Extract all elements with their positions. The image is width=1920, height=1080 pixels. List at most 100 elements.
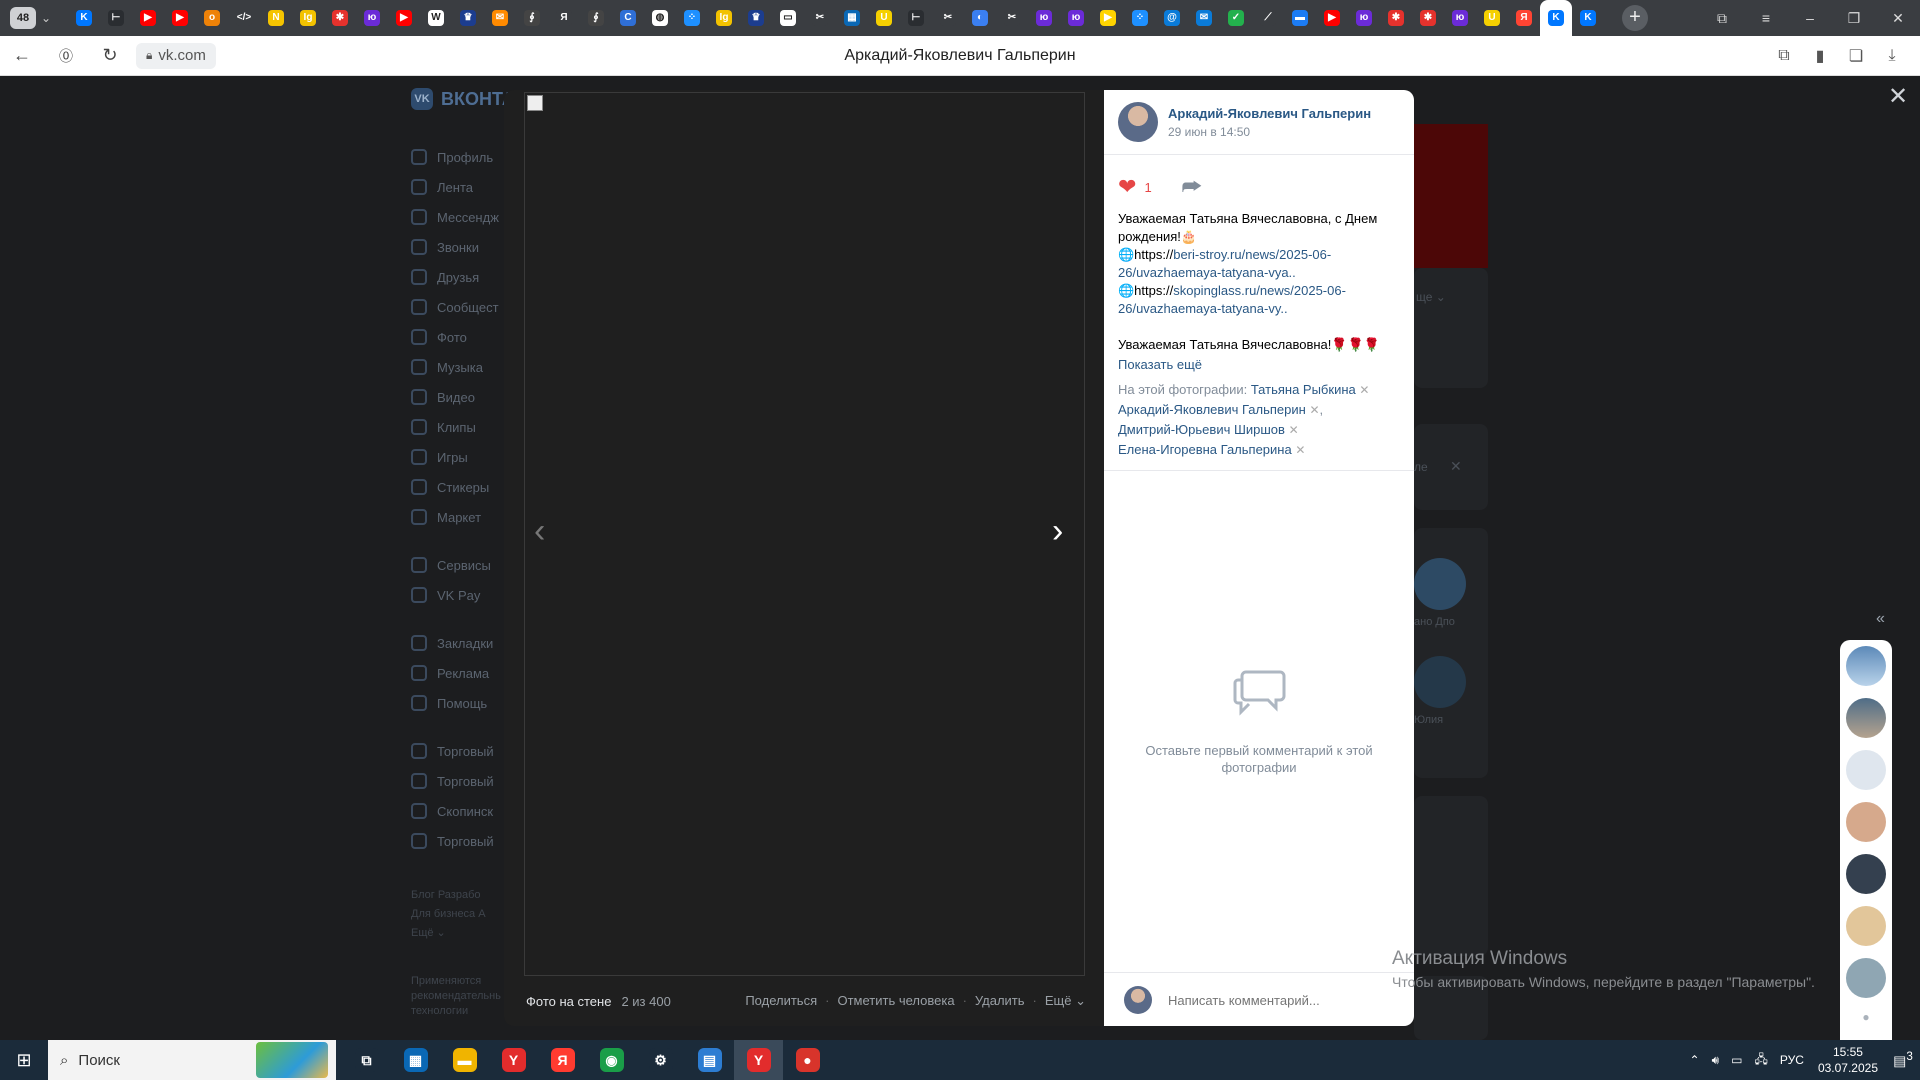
browser-tab[interactable]: Ig <box>708 0 740 36</box>
taskbar-app-task-view[interactable]: ⧉ <box>342 1040 391 1080</box>
footer-link[interactable]: Для бизнеса А <box>411 905 501 924</box>
browser-tab[interactable]: K <box>1540 0 1572 36</box>
chat-avatar[interactable] <box>1846 698 1886 738</box>
translate-icon[interactable]: ⧉ <box>1766 47 1802 65</box>
browser-tab[interactable]: U <box>1476 0 1508 36</box>
author-name[interactable]: Аркадий-Яковлевич Гальперин <box>1168 106 1371 121</box>
taskbar-app-chrome[interactable]: ◉ <box>587 1040 636 1080</box>
sidebar-item[interactable]: Мессендж <box>411 202 511 232</box>
next-photo-button[interactable]: › <box>1052 514 1063 548</box>
footer-link[interactable]: Блог Разрабо <box>411 886 501 905</box>
sidebar-item[interactable]: Профиль <box>411 142 511 172</box>
network-icon[interactable]: 🖧︎ <box>1755 1050 1768 1071</box>
sidebar-item[interactable]: Стикеры <box>411 472 511 502</box>
start-button[interactable]: ⊞ <box>0 1040 48 1080</box>
chevron-down-icon[interactable]: ⌄ <box>36 11 56 25</box>
sidebar-item[interactable]: Сообщест <box>411 292 511 322</box>
browser-tab[interactable]: ∮ <box>516 0 548 36</box>
chat-avatar[interactable] <box>1846 958 1886 998</box>
taskbar-app-news-app[interactable]: ▤ <box>685 1040 734 1080</box>
collections-icon[interactable]: ❏ <box>1838 46 1874 66</box>
browser-tab[interactable]: K <box>1572 0 1604 36</box>
chat-icon[interactable]: ● <box>1840 1010 1892 1024</box>
post-link-1[interactable]: 🌐https://beri-stroy.ru/news/2025-06-26/u… <box>1118 246 1404 282</box>
tag-person[interactable]: Елена-Игоревна Гальперина <box>1118 442 1292 457</box>
delete-link[interactable]: Удалить <box>975 993 1025 1009</box>
browser-tab[interactable]: ▶ <box>1092 0 1124 36</box>
sidebar-item[interactable]: VK Pay <box>411 580 511 610</box>
browser-tab[interactable]: ✓ <box>1220 0 1252 36</box>
comment-input[interactable] <box>1168 992 1388 1008</box>
sidebar-item[interactable]: Закладки <box>411 628 511 658</box>
collections-icon[interactable]: ⧉ <box>1700 0 1744 36</box>
taskbar-app-yandex-browser-active[interactable]: Y <box>734 1040 783 1080</box>
browser-tab[interactable]: ▶ <box>1316 0 1348 36</box>
sidebar-item[interactable]: Видео <box>411 382 511 412</box>
bookmark-icon[interactable]: ▮ <box>1802 46 1838 66</box>
browser-tab[interactable]: ◍ <box>644 0 676 36</box>
browser-tab[interactable]: C <box>612 0 644 36</box>
post-link-2[interactable]: 🌐https://skopinglass.ru/news/2025-06-26/… <box>1118 282 1404 318</box>
remove-tag-icon[interactable]: ✕ <box>1309 403 1319 417</box>
taskbar-app-settings[interactable]: ⚙ <box>636 1040 685 1080</box>
sidebar-item[interactable]: Клипы <box>411 412 511 442</box>
prev-photo-button[interactable]: ‹ <box>534 514 545 548</box>
browser-tab[interactable]: @ <box>1156 0 1188 36</box>
sidebar-item[interactable]: Игры <box>411 442 511 472</box>
browser-tab[interactable]: ▶ <box>132 0 164 36</box>
sidebar-item[interactable]: Помощь <box>411 688 511 718</box>
tag-person-link[interactable]: Отметить человека <box>837 993 954 1009</box>
yandex-home-icon[interactable]: ⓪ <box>44 36 88 76</box>
browser-tab[interactable]: ю <box>1444 0 1476 36</box>
language-indicator[interactable]: РУС <box>1780 1053 1804 1067</box>
taskbar-search[interactable]: ⌕ Поиск <box>48 1040 336 1080</box>
browser-tab[interactable]: ⊢ <box>900 0 932 36</box>
browser-tab[interactable]: о <box>196 0 228 36</box>
browser-tab[interactable]: Ig <box>292 0 324 36</box>
browser-tab[interactable]: Я <box>548 0 580 36</box>
browser-tab[interactable]: ✱ <box>1412 0 1444 36</box>
download-icon[interactable]: ⤓ <box>1874 47 1910 65</box>
author-avatar[interactable] <box>1118 102 1158 142</box>
sidebar-item[interactable]: Реклама <box>411 658 511 688</box>
tag-person[interactable]: Аркадий-Яковлевич Гальперин <box>1118 402 1306 417</box>
photo-area[interactable] <box>524 92 1085 976</box>
browser-tab[interactable]: </> <box>228 0 260 36</box>
show-more-link[interactable]: Показать ещё <box>1118 356 1404 374</box>
chat-avatar[interactable] <box>1846 854 1886 894</box>
sidebar-item[interactable]: Фото <box>411 322 511 352</box>
browser-tab[interactable]: ⊢ <box>100 0 132 36</box>
taskbar-app-explorer[interactable]: ▬ <box>440 1040 489 1080</box>
browser-tab[interactable]: ✂ <box>932 0 964 36</box>
chat-avatar[interactable] <box>1846 750 1886 790</box>
remove-tag-icon[interactable]: ✕ <box>1289 423 1299 437</box>
chevron-up-icon[interactable]: ⌃ <box>1690 1053 1700 1067</box>
volume-icon[interactable]: 🔊︎ <box>1712 1053 1720 1068</box>
browser-tab[interactable]: ▦ <box>836 0 868 36</box>
chat-avatar[interactable] <box>1846 646 1886 686</box>
sidebar-item[interactable]: Скопинск <box>411 796 511 826</box>
browser-tab[interactable]: ♛ <box>452 0 484 36</box>
browser-tab[interactable]: K <box>68 0 100 36</box>
browser-tab[interactable]: ✉ <box>1188 0 1220 36</box>
browser-tab[interactable]: Я <box>1508 0 1540 36</box>
remove-tag-icon[interactable]: ✕ <box>1359 383 1369 397</box>
browser-tab[interactable]: ∮ <box>580 0 612 36</box>
tab-count-badge[interactable]: 48 <box>10 7 36 29</box>
browser-tab[interactable]: ю <box>1060 0 1092 36</box>
browser-tab[interactable]: ▭ <box>772 0 804 36</box>
sidebar-item[interactable]: Музыка <box>411 352 511 382</box>
share-link[interactable]: Поделиться <box>745 993 817 1009</box>
sidebar-item[interactable]: Друзья <box>411 262 511 292</box>
sidebar-item[interactable]: Лента <box>411 172 511 202</box>
sidebar-item[interactable]: Сервисы <box>411 550 511 580</box>
taskbar-app-yandex-browser[interactable]: Y <box>489 1040 538 1080</box>
taskbar-app-color-app[interactable]: ● <box>783 1040 832 1080</box>
browser-tab[interactable]: ю <box>1348 0 1380 36</box>
browser-tab[interactable]: U <box>868 0 900 36</box>
browser-tab[interactable]: W <box>420 0 452 36</box>
browser-tab[interactable]: ю <box>356 0 388 36</box>
url-field[interactable]: 🔒︎ vk.com <box>136 42 216 69</box>
taskbar-app-store[interactable]: ▦ <box>391 1040 440 1080</box>
close-window-button[interactable]: ✕ <box>1876 0 1920 36</box>
